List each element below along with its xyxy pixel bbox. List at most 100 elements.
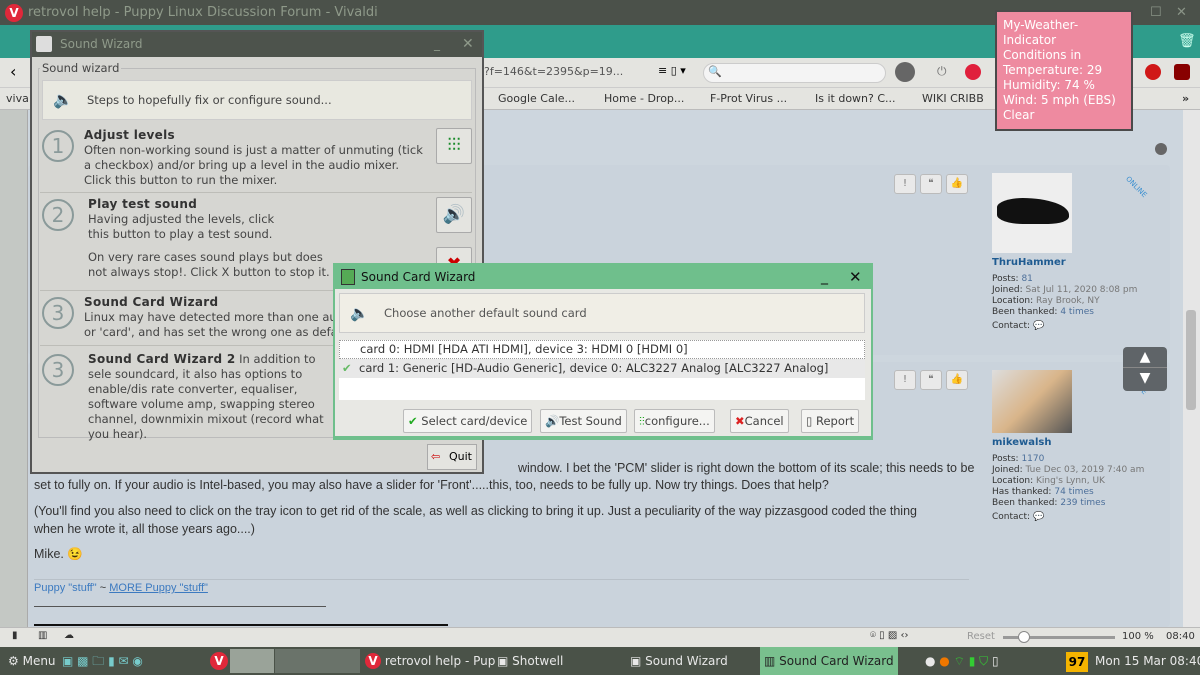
search-icon: 🔍 [708,65,722,78]
zoom-slider-handle[interactable] [1018,631,1030,643]
vertical-scrollbar[interactable] [1183,110,1200,627]
vivaldi-launcher-icon[interactable]: V [210,652,228,670]
zoom-slider[interactable] [1003,631,1115,643]
contact-icon[interactable]: 💬 [1033,321,1044,331]
report-button[interactable]: ! [894,370,916,390]
side-panel-strip [0,110,28,627]
report-button[interactable]: ▯ Report [801,409,860,433]
mixer-button[interactable]: ⫶⫶⫶ [436,128,472,164]
test-sound-button[interactable]: 🔊 [436,197,472,233]
profile-details: Posts: 81 Joined: Sat Jul 11, 2020 8:08 … [992,274,1138,331]
browser-statusbar: ▮ ▥ ☁ ⌾ ▯ ▨ ‹› Reset 100 % 08:40 [0,627,1200,647]
bookmark[interactable]: Is it down? C... [815,92,896,105]
post-signoff: Mike. 😉 [34,547,83,561]
status-clock: 08:40 [1166,631,1195,642]
task-vivaldi[interactable]: V retrovol help - Pup [365,647,495,675]
app-icon [36,36,52,52]
profile-icon[interactable] [895,62,915,82]
avatar[interactable] [992,370,1072,433]
sound-card-wizard-titlebar[interactable]: Sound Card Wizard _ ✕ [335,265,871,289]
bookmark[interactable]: Home - Drop... [604,92,684,105]
back-icon[interactable]: ‹ [10,62,16,81]
bookmark[interactable]: Google Cale... [498,92,575,105]
capture-icon[interactable]: ⌾ ▯ ▨ ‹› [870,630,909,641]
workspace-2[interactable] [275,649,360,673]
extension-icon[interactable] [965,64,981,80]
test-sound-button[interactable]: 🔊Test Sound [540,409,627,433]
scroll-up-button[interactable]: ▲ [1123,347,1167,367]
vivaldi-logo-icon: V [5,4,23,22]
sound-card-wizard-window: Sound Card Wizard _ ✕ 🔈 Choose another d… [333,263,873,440]
signature-rule [34,606,326,607]
like-button[interactable]: 👍 [946,370,968,390]
scroll-top-icon[interactable] [1155,143,1167,155]
card-list-item-selected[interactable]: ✔ card 1: Generic [HD-Audio Generic], de… [339,359,865,378]
select-card-button[interactable]: ✔ Select card/device [403,409,533,433]
username[interactable]: ThruHammer [992,257,1137,268]
report-button[interactable]: ! [894,174,916,194]
speaker-icon: 🔈 [53,90,73,109]
scroll-nav: ▲ ▼ [1123,347,1167,391]
tray-icons[interactable]: ● ● ⌔ ▮ ⛉ ▯ [925,647,999,675]
search-input[interactable]: 🔍 [703,63,886,83]
weather-indicator-popup: My-Weather- Indicator Conditions in Tempera… [995,10,1133,131]
step-adjust-levels: 1 Adjust levels Often non-working sound i… [42,128,474,188]
zoom-reset[interactable]: Reset [967,631,995,642]
exit-icon: ⇦ [431,450,441,463]
configure-button[interactable]: ⫶⫶configure... [634,409,715,433]
scroll-down-button[interactable]: ▼ [1123,367,1167,388]
contact-icon[interactable]: 💬 [1033,512,1044,522]
task-sound-card-wizard-active[interactable]: ▥ Sound Card Wizard [760,647,898,675]
cancel-button[interactable]: ✖Cancel [730,409,789,433]
signature-link[interactable]: MORE Puppy "stuff" [109,582,208,594]
reader-icon[interactable]: ≡ ▯ ▾ [658,64,686,77]
like-button[interactable]: 👍 [946,174,968,194]
task-sound-wizard[interactable]: ▣ Sound Wizard [630,647,728,675]
signature-rule [34,624,448,626]
sound-wizard-titlebar[interactable]: Sound Wizard _ ✕ [32,32,482,57]
avatar[interactable] [992,173,1072,253]
signature: Puppy "stuff" ~ MORE Puppy "stuff" [34,582,208,594]
menu-button[interactable]: ⚙ Menu [8,647,56,675]
ublock-icon[interactable] [1174,64,1190,80]
post-profile: ThruHammer Posts: 81 Joined: Sat Jul 11,… [992,173,1137,332]
taskbar-clock[interactable]: Mon 15 Mar 08:40 [1095,647,1200,675]
card-list[interactable]: card 0: HDMI [HDA ATI HDMI], device 3: H… [339,340,865,400]
tiling-icon[interactable]: ▥ [38,630,47,641]
quote-button[interactable]: ❝ [920,370,942,390]
speaker-icon: 🔊 [545,414,560,428]
username[interactable]: mikewalsh [992,437,1144,448]
window-title: retrovol help - Puppy Linux Discussion F… [28,5,378,20]
post-text: set to fully on. If your audio is Intel-… [34,478,829,492]
maximize-icon[interactable]: ☐ [1150,0,1162,25]
sync-cloud-icon[interactable]: ☁ [64,630,74,641]
minimize-icon[interactable]: _ [434,32,440,57]
adblock-icon[interactable] [1145,64,1161,80]
trash-icon[interactable]: 🗑 [1178,33,1196,49]
quote-button[interactable]: ❝ [920,174,942,194]
task-shotwell[interactable]: ▣ Shotwell [497,647,563,675]
workspace-1[interactable] [230,649,274,673]
scroll-thumb[interactable] [1186,310,1196,410]
bookmark[interactable]: WIKI CRIBB [922,92,984,105]
close-icon[interactable]: ✕ [849,265,862,289]
cancel-icon: ✖ [735,414,745,428]
bookmark[interactable]: F-Prot Virus ... [710,92,787,105]
url-field[interactable]: ?f=146&t=2395&p=19... [484,65,623,78]
battery-indicator[interactable]: 97 [1066,652,1088,672]
close-icon[interactable]: ✕ [462,32,474,57]
bookmark[interactable]: viva [6,92,29,105]
post-profile: mikewalsh Posts: 1170 Joined: Tue Dec 03… [992,370,1144,523]
report-icon: ▯ [806,414,813,428]
signature-link[interactable]: Puppy "stuff" [34,582,97,594]
panel-toggle-icon[interactable]: ▮ [12,630,18,641]
power-icon[interactable]: ⏻ [937,64,947,79]
minimize-icon[interactable]: _ [821,265,828,289]
window-title: Sound Wizard [60,37,143,51]
card-list-item[interactable]: card 0: HDMI [HDA ATI HDMI], device 3: H… [339,340,865,359]
quicklaunch-icons[interactable]: ▣ ▩ 🗀 ▮ ✉ ◉ [62,647,143,675]
bookmarks-overflow[interactable]: » [1182,92,1189,105]
check-icon: ✔ [342,361,352,375]
close-icon[interactable]: ✕ [1176,0,1187,25]
quit-button[interactable]: ⇦ Quit [427,444,477,470]
